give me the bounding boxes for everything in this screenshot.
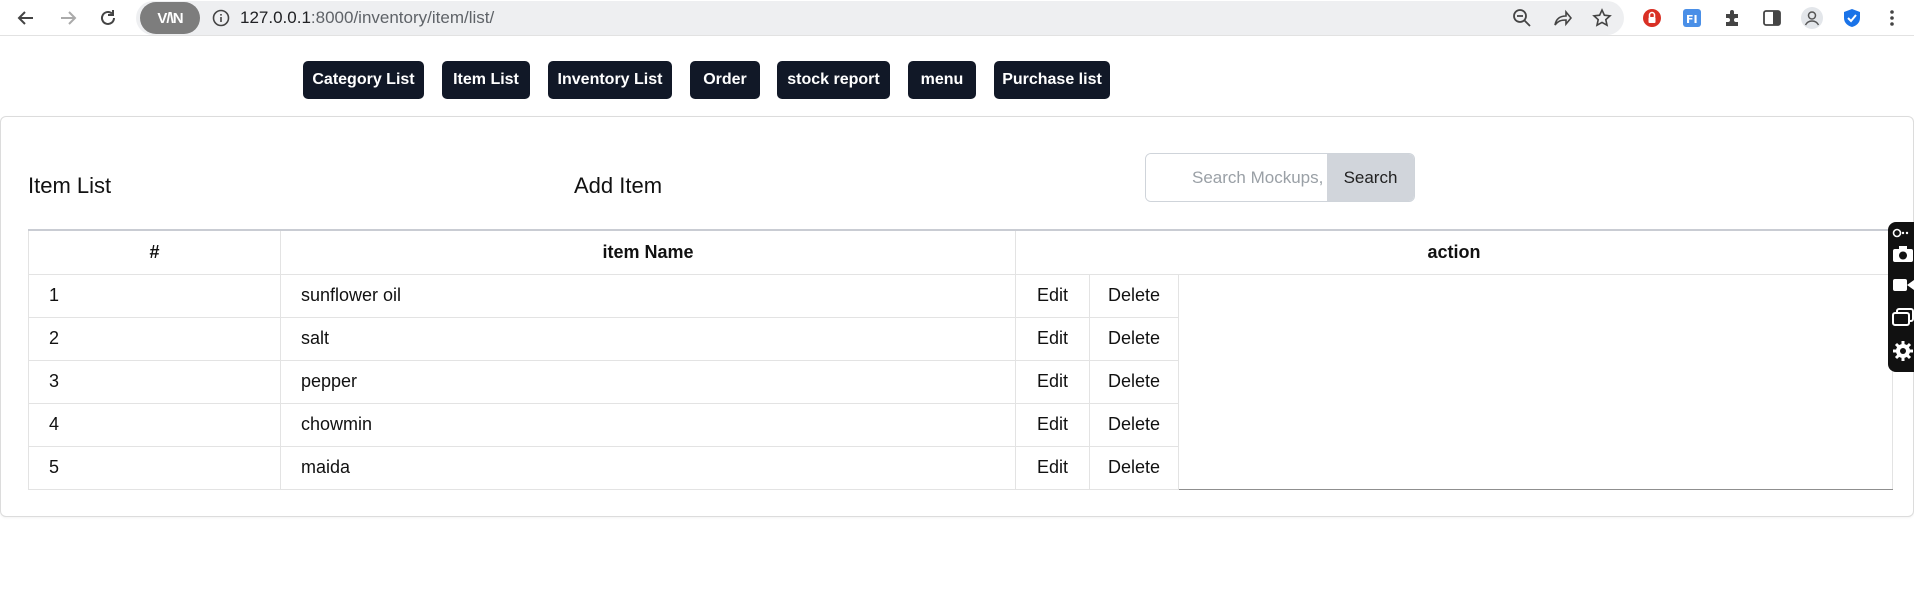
edit-button[interactable]: Edit	[1015, 273, 1090, 318]
add-item-link[interactable]: Add Item	[574, 173, 662, 199]
camera-icon[interactable]	[1892, 244, 1914, 266]
action-filler	[1178, 317, 1893, 360]
nav-item-list-button[interactable]: Item List	[442, 61, 530, 99]
row-item-name: pepper	[280, 359, 1016, 404]
extensions-puzzle-icon[interactable]	[1720, 6, 1744, 30]
svg-text:FI: FI	[1686, 13, 1698, 26]
browser-menu-icon[interactable]	[1880, 6, 1904, 30]
nav-menu-button[interactable]: menu	[908, 61, 976, 99]
share-icon[interactable]	[1550, 6, 1574, 30]
table-row: 5 maida Edit Delete	[28, 445, 1893, 490]
nav-stock-report-button[interactable]: stock report	[777, 61, 890, 99]
delete-button[interactable]: Delete	[1088, 359, 1180, 404]
action-filler	[1178, 403, 1893, 446]
row-item-name: salt	[280, 316, 1016, 361]
window-icon[interactable]	[1892, 308, 1914, 330]
url-text[interactable]: 127.0.0.1:8000/inventory/item/list/	[240, 8, 494, 28]
video-icon[interactable]	[1892, 276, 1914, 298]
site-info-icon[interactable]	[212, 9, 230, 27]
profile-avatar-icon[interactable]	[1800, 6, 1824, 30]
row-item-name: sunflower oil	[280, 273, 1016, 318]
row-item-name: chowmin	[280, 402, 1016, 447]
table-row: 1 sunflower oil Edit Delete	[28, 273, 1893, 318]
nav-inventory-list-button[interactable]: Inventory List	[548, 61, 672, 99]
extension-ft-icon[interactable]: FI	[1680, 6, 1704, 30]
action-filler	[1178, 360, 1893, 403]
delete-button[interactable]: Delete	[1088, 445, 1180, 490]
reload-icon[interactable]	[96, 6, 120, 30]
table-row: 2 salt Edit Delete	[28, 316, 1893, 361]
bookmark-star-icon[interactable]	[1590, 6, 1614, 30]
action-filler	[1178, 274, 1893, 317]
column-header-item-name: item Name	[280, 229, 1016, 275]
search-input[interactable]	[1146, 154, 1327, 201]
table-header-row: # item Name action	[28, 229, 1893, 275]
items-table: # item Name action 1 sunflower oil Edit …	[28, 229, 1893, 490]
row-number: 4	[28, 402, 281, 447]
edit-button[interactable]: Edit	[1015, 445, 1090, 490]
row-number: 2	[28, 316, 281, 361]
vpn-badge[interactable]: V/\N	[140, 2, 200, 34]
row-number: 1	[28, 273, 281, 318]
search-button[interactable]: Search	[1327, 154, 1414, 201]
link-icon[interactable]	[1892, 226, 1914, 240]
row-number: 5	[28, 445, 281, 490]
table-row: 3 pepper Edit Delete	[28, 359, 1893, 404]
row-item-name: maida	[280, 445, 1016, 490]
action-filler	[1178, 446, 1893, 490]
forward-icon[interactable]	[56, 6, 80, 30]
nav-purchase-list-button[interactable]: Purchase list	[994, 61, 1110, 99]
side-panel-icon[interactable]	[1760, 6, 1784, 30]
delete-button[interactable]: Delete	[1088, 316, 1180, 361]
zoom-icon[interactable]	[1510, 6, 1534, 30]
nav-order-button[interactable]: Order	[690, 61, 760, 99]
delete-button[interactable]: Delete	[1088, 273, 1180, 318]
extension-lock-icon[interactable]	[1640, 6, 1664, 30]
edit-button[interactable]: Edit	[1015, 359, 1090, 404]
table-row: 4 chowmin Edit Delete	[28, 402, 1893, 447]
browser-toolbar: V/\N 127.0.0.1:8000/inventory/item/list/…	[0, 0, 1914, 36]
settings-gear-icon[interactable]	[1892, 340, 1914, 362]
row-number: 3	[28, 359, 281, 404]
delete-button[interactable]: Delete	[1088, 402, 1180, 447]
page-title: Item List	[28, 173, 112, 198]
column-header-number: #	[28, 229, 281, 275]
nav-category-list-button[interactable]: Category List	[303, 61, 424, 99]
shield-check-icon[interactable]	[1840, 6, 1864, 30]
column-header-action: action	[1015, 229, 1893, 275]
back-icon[interactable]	[14, 6, 38, 30]
edit-button[interactable]: Edit	[1015, 316, 1090, 361]
edit-button[interactable]: Edit	[1015, 402, 1090, 447]
search-form: Search	[1145, 153, 1415, 202]
capture-side-toolbar	[1888, 222, 1914, 372]
